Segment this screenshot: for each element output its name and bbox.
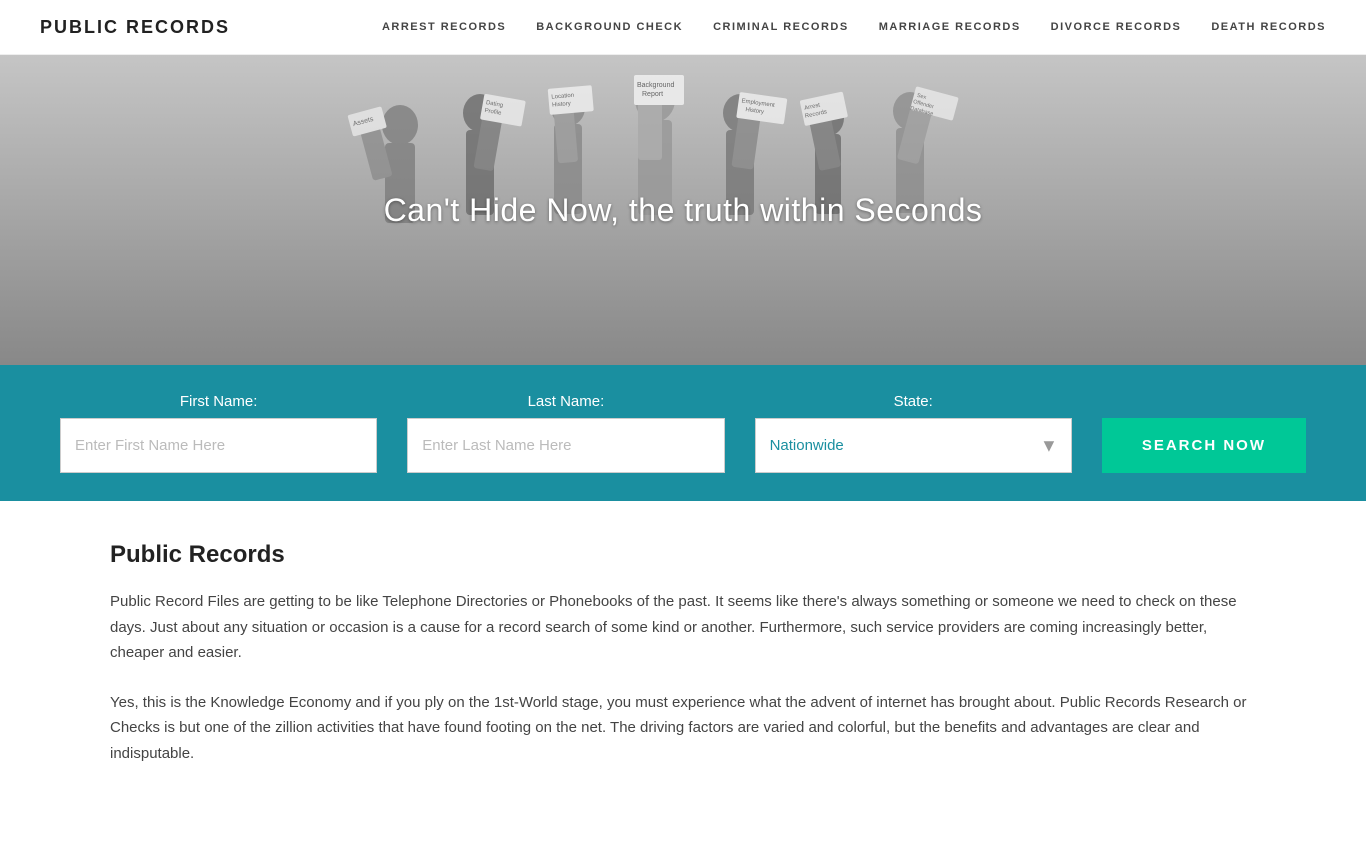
first-name-input[interactable]	[60, 418, 377, 473]
hero-headline: Can't Hide Now, the truth within Seconds	[384, 192, 983, 229]
nav-divorce-records[interactable]: DIVORCE RECORDS	[1051, 21, 1182, 33]
nav-marriage-records[interactable]: MARRIAGE RECORDS	[879, 21, 1021, 33]
svg-text:Background: Background	[637, 82, 674, 89]
first-name-field: First Name:	[60, 393, 377, 473]
main-content: Public Records Public Record Files are g…	[0, 501, 1366, 850]
paragraph-1: Public Record Files are getting to be li…	[110, 589, 1256, 666]
first-name-label: First Name:	[60, 393, 377, 410]
state-label: State:	[755, 393, 1072, 410]
nav-background-check[interactable]: BACKGROUND CHECK	[536, 21, 683, 33]
hero-section: Assets Dating Profile Location History B…	[0, 55, 1366, 365]
svg-text:Report: Report	[642, 91, 663, 98]
last-name-field: Last Name:	[407, 393, 724, 473]
nav-criminal-records[interactable]: CRIMINAL RECORDS	[713, 21, 849, 33]
search-bar: First Name: Last Name: State: Nationwide…	[0, 365, 1366, 501]
last-name-label: Last Name:	[407, 393, 724, 410]
nav-death-records[interactable]: DEATH RECORDS	[1211, 21, 1326, 33]
site-logo[interactable]: PUBLIC RECORDS	[40, 17, 230, 38]
site-header: PUBLIC RECORDS ARREST RECORDS BACKGROUND…	[0, 0, 1366, 55]
search-now-button[interactable]: SEARCH NOW	[1102, 418, 1306, 473]
main-nav: ARREST RECORDS BACKGROUND CHECK CRIMINAL…	[382, 21, 1326, 33]
last-name-input[interactable]	[407, 418, 724, 473]
paragraph-2: Yes, this is the Knowledge Economy and i…	[110, 690, 1256, 767]
nav-arrest-records[interactable]: ARREST RECORDS	[382, 21, 506, 33]
section-title: Public Records	[110, 541, 1256, 569]
state-select[interactable]: NationwideAlabamaAlaskaArizonaArkansasCa…	[755, 418, 1072, 473]
state-select-wrapper: NationwideAlabamaAlaskaArizonaArkansasCa…	[755, 418, 1072, 473]
state-field: State: NationwideAlabamaAlaskaArizonaArk…	[755, 393, 1072, 473]
